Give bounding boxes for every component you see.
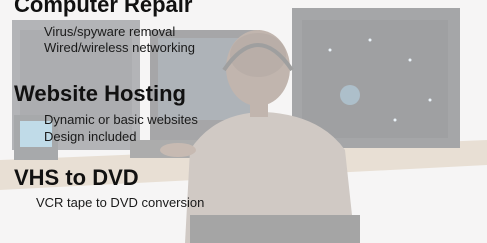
heading-computer-repair: Computer Repair bbox=[14, 0, 193, 17]
services-text: Computer Repair Virus/spyware removal Wi… bbox=[0, 0, 487, 243]
item-websites: Dynamic or basic websites bbox=[44, 112, 198, 127]
heading-website-hosting: Website Hosting bbox=[14, 81, 186, 106]
item-design: Design included bbox=[44, 129, 137, 144]
item-vcr-conversion: VCR tape to DVD conversion bbox=[36, 195, 205, 210]
heading-vhs-to-dvd: VHS to DVD bbox=[14, 165, 139, 190]
item-networking: Wired/wireless networking bbox=[44, 40, 195, 55]
item-virus-removal: Virus/spyware removal bbox=[44, 24, 176, 39]
services-banner: Computer Repair Virus/spyware removal Wi… bbox=[0, 0, 487, 243]
